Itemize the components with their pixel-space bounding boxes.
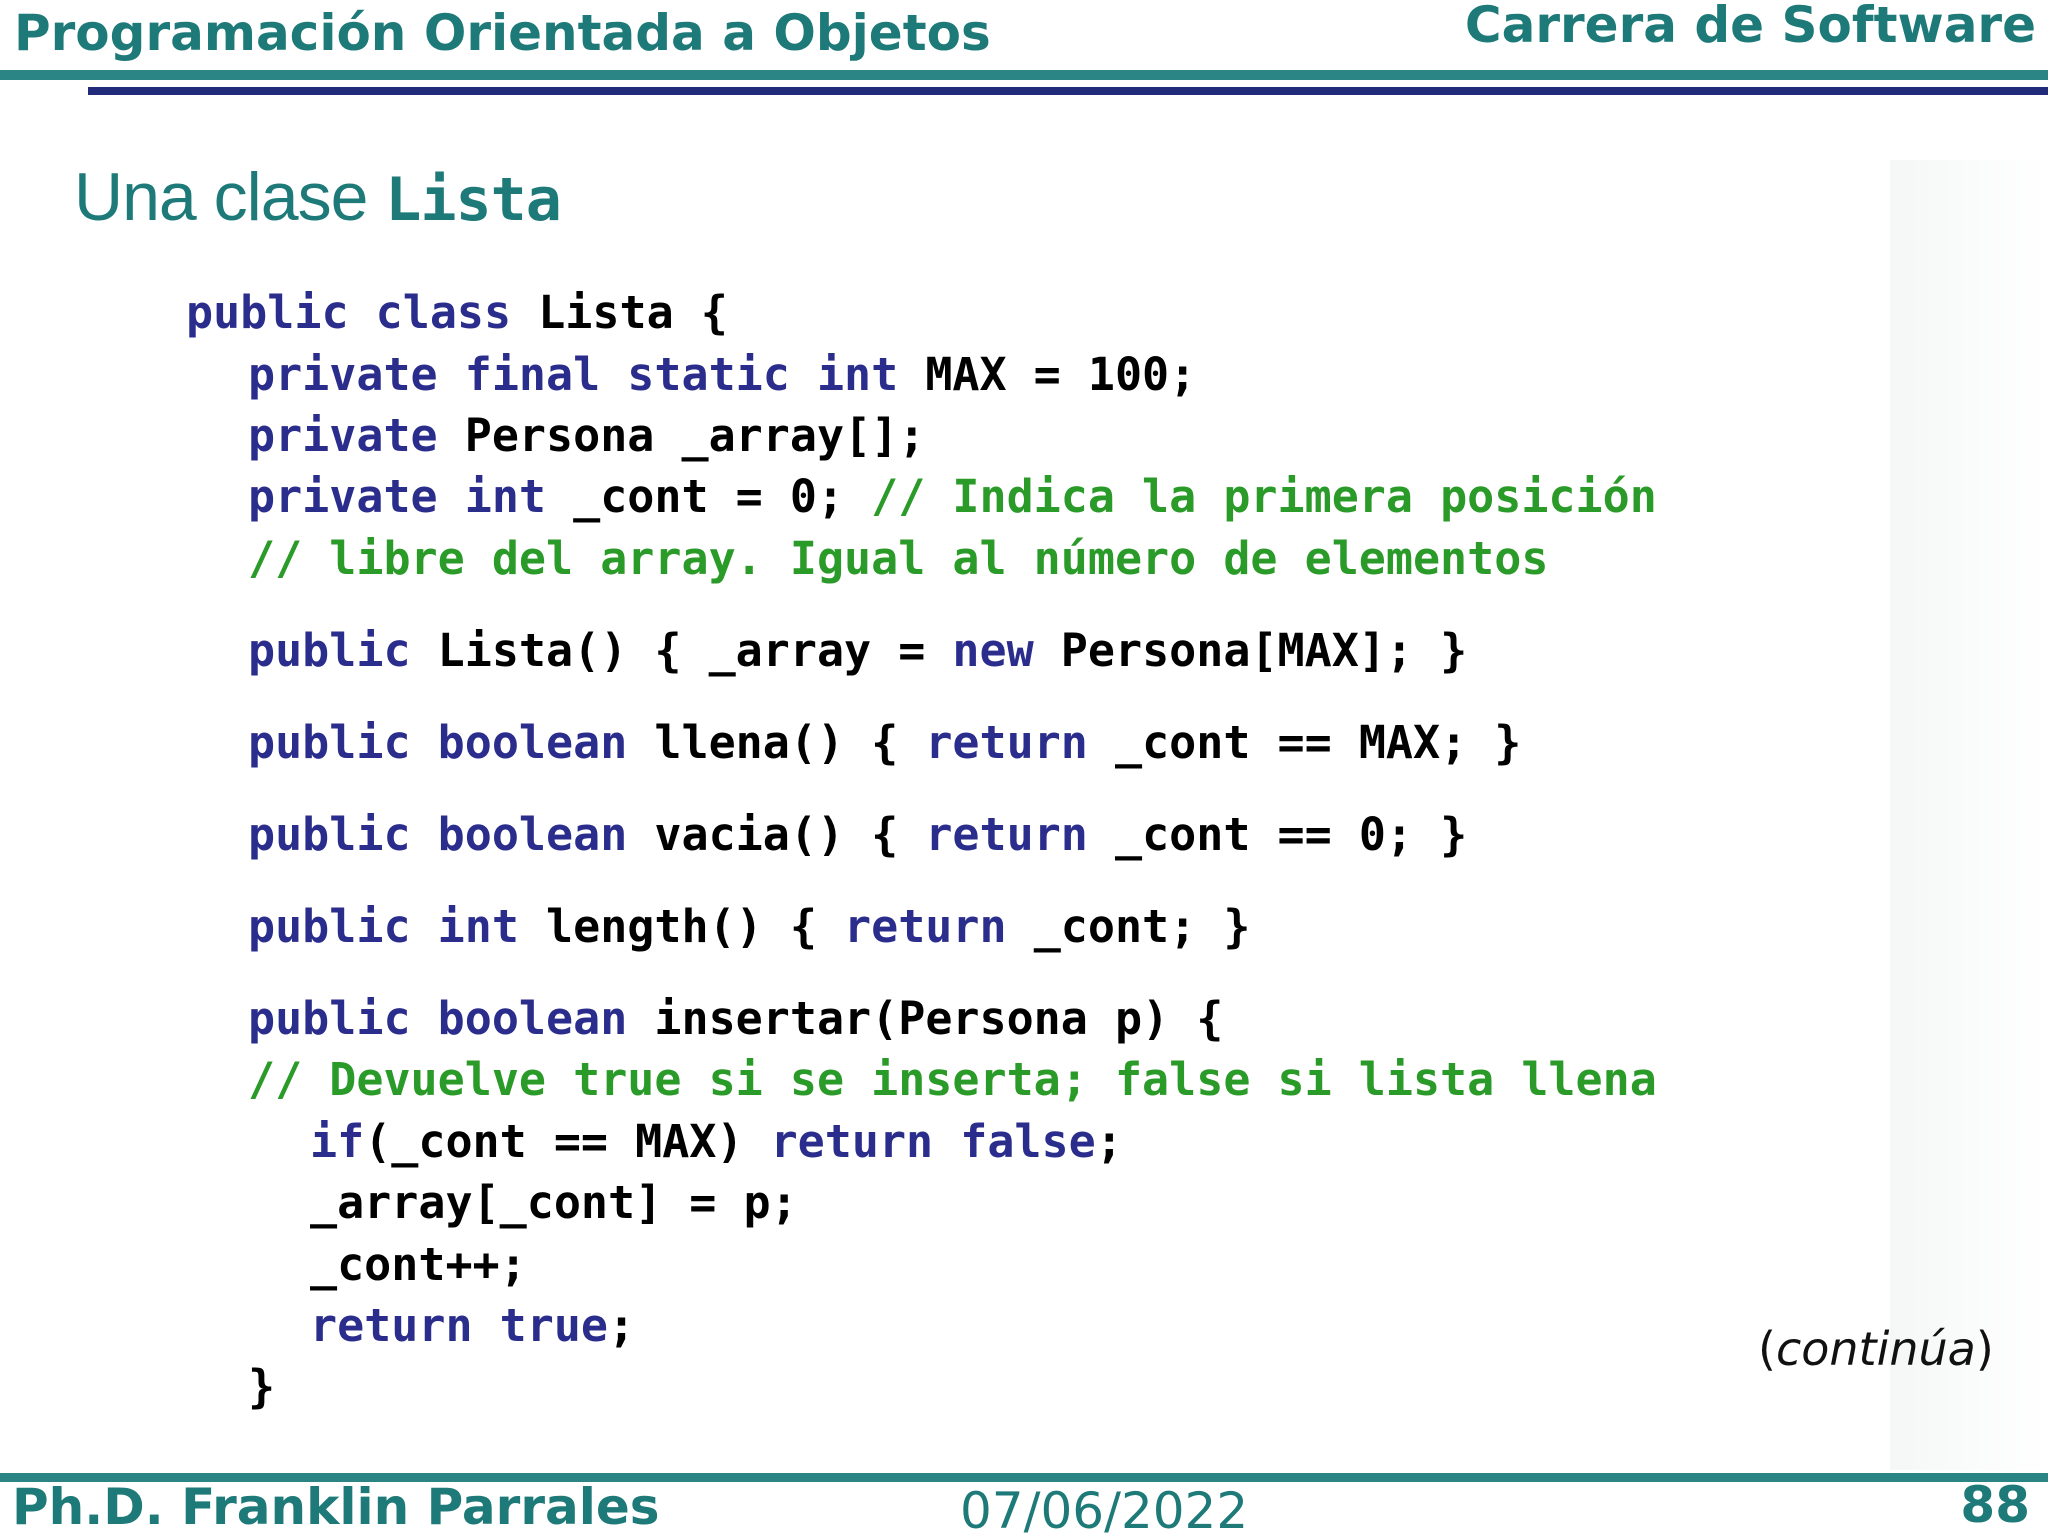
code-keyword: private [248, 409, 465, 462]
code-keyword: if [310, 1115, 365, 1168]
slide-title: Una clase Lista [74, 158, 562, 236]
continues-paren-close: ) [1975, 1322, 1994, 1376]
code-text: _cont; } [1033, 900, 1251, 953]
code-line: public int length() { return _cont; } [248, 900, 1250, 953]
code-text: ; [1095, 1115, 1123, 1168]
code-line: public class Lista { [186, 286, 728, 339]
code-text: vacia() { [654, 808, 926, 861]
code-keyword: public boolean [248, 808, 655, 861]
code-text: MAX = 100; [925, 348, 1197, 401]
code-keyword: return true [310, 1299, 609, 1352]
code-text: Persona _array[]; [464, 409, 926, 462]
header-divider-teal [0, 70, 2048, 80]
footer-author: Ph.D. Franklin Parrales [12, 1478, 660, 1536]
code-text: _cont = 0; [573, 470, 872, 523]
code-keyword: private int [248, 470, 574, 523]
code-text: _cont++; [310, 1238, 527, 1291]
page-number: 88 [1960, 1476, 2030, 1534]
code-line: private final static int MAX = 100; [248, 348, 1196, 401]
code-line: public boolean insertar(Persona p) { [248, 992, 1223, 1045]
code-keyword: return [925, 716, 1115, 769]
code-line: _cont++; [310, 1238, 527, 1291]
decorative-network-illustration [1890, 160, 2048, 1470]
code-line: _array[_cont] = p; [310, 1176, 798, 1229]
course-title: Programación Orientada a Objetos [14, 4, 991, 62]
continues-word: continúa [1775, 1322, 1976, 1376]
code-text: _cont == MAX; } [1114, 716, 1522, 769]
code-keyword: return [844, 900, 1034, 953]
code-block: public class Lista { private final stati… [0, 0, 1657, 1413]
code-keyword: private final static int [248, 348, 926, 401]
code-text: (_cont == MAX) [364, 1115, 771, 1168]
code-keyword: public boolean [248, 992, 655, 1045]
slide-title-text: Una clase [74, 159, 386, 235]
code-keyword: public int [248, 900, 547, 953]
continues-note: (continúa) [1758, 1322, 1994, 1376]
code-line: // libre del array. Igual al número de e… [248, 532, 1548, 585]
code-keyword: public [248, 624, 438, 677]
code-text: } [248, 1360, 276, 1413]
code-text: length() { [546, 900, 845, 953]
code-text: _cont == 0; } [1114, 808, 1468, 861]
code-keyword: public class [186, 286, 539, 339]
code-line: } [248, 1360, 275, 1413]
header-divider-navy [88, 87, 2048, 95]
code-keyword: return false [770, 1115, 1096, 1168]
code-text: _array[_cont] = p; [310, 1176, 798, 1229]
program-name: Carrera de Software [1464, 0, 2036, 54]
code-line: public boolean vacia() { return _cont ==… [248, 808, 1467, 861]
code-keyword: return [925, 808, 1115, 861]
code-line: private int _cont = 0; // Indica la prim… [248, 470, 1657, 523]
code-line: // Devuelve true si se inserta; false si… [248, 1053, 1657, 1106]
code-comment: // Devuelve true si se inserta; false si… [248, 1053, 1657, 1106]
code-comment: // Indica la primera posición [871, 470, 1657, 523]
code-line: private Persona _array[]; [248, 409, 925, 462]
code-line: public Lista() { _array = new Persona[MA… [248, 624, 1467, 677]
code-text: Lista { [538, 286, 728, 339]
slide-title-class-name: Lista [385, 165, 562, 235]
code-keyword: public boolean [248, 716, 655, 769]
code-line: return true; [310, 1299, 635, 1352]
code-text: ; [608, 1299, 636, 1352]
code-keyword: new [952, 624, 1061, 677]
code-text: insertar(Persona p) { [654, 992, 1224, 1045]
code-comment: // libre del array. Igual al número de e… [248, 532, 1549, 585]
code-text: Persona[MAX]; } [1060, 624, 1468, 677]
footer-date: 07/06/2022 [960, 1482, 1249, 1540]
code-line: if(_cont == MAX) return false; [310, 1115, 1123, 1168]
code-text: Lista() { _array = [437, 624, 953, 677]
continues-paren-open: ( [1758, 1322, 1776, 1376]
code-line: public boolean llena() { return _cont ==… [248, 716, 1521, 769]
code-text: llena() { [654, 716, 926, 769]
